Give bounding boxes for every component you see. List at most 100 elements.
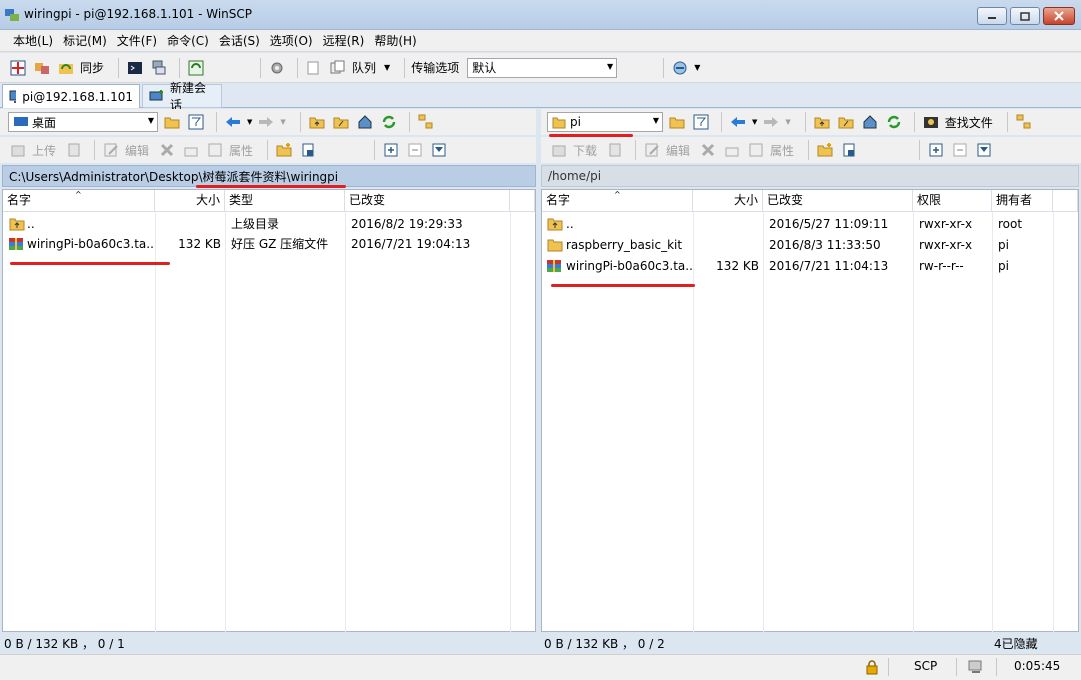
new-file-icon[interactable] — [839, 140, 859, 160]
filter-select-icon[interactable] — [974, 140, 994, 160]
menu-mark[interactable]: 标记(M) — [58, 31, 112, 51]
edit-icon[interactable] — [642, 140, 662, 160]
menu-commands[interactable]: 命令(C) — [162, 31, 214, 51]
tab-session[interactable]: pi@192.168.1.101 — [2, 84, 140, 108]
refresh-icon[interactable] — [379, 112, 399, 132]
preferences-icon[interactable] — [670, 58, 690, 78]
col-header-changed[interactable]: 已改变 — [763, 190, 913, 212]
delete-icon[interactable] — [698, 140, 718, 160]
filter-icon[interactable] — [186, 112, 206, 132]
console-icon[interactable] — [125, 58, 145, 78]
find-files-button[interactable]: 查找文件 — [945, 114, 993, 131]
statusbar-divider — [888, 658, 889, 676]
open-folder-icon[interactable] — [667, 112, 687, 132]
sync-browse-icon[interactable] — [32, 58, 52, 78]
gear-icon[interactable] — [267, 58, 287, 78]
left-path-bar[interactable]: C:\Users\Administrator\Desktop\树莓派套件资料\w… — [2, 165, 536, 187]
chevron-down-icon[interactable]: ▼ — [384, 63, 390, 72]
filter-select-icon[interactable] — [429, 140, 449, 160]
chevron-down-icon[interactable]: ▼ — [247, 118, 252, 126]
forward-icon[interactable] — [761, 112, 781, 132]
right-path-bar[interactable]: /home/pi — [541, 165, 1079, 187]
col-header-owner[interactable]: 拥有者 — [992, 190, 1053, 212]
delete-icon[interactable] — [157, 140, 177, 160]
parent-dir-icon[interactable] — [812, 112, 832, 132]
filter-icon[interactable] — [691, 112, 711, 132]
new-folder-icon[interactable] — [274, 140, 294, 160]
download-queue-icon[interactable] — [605, 140, 625, 160]
unselect-icon[interactable] — [405, 140, 425, 160]
queue-list-icon[interactable] — [304, 58, 324, 78]
queue-label[interactable]: 队列 — [352, 59, 376, 76]
putty-icon[interactable] — [149, 58, 169, 78]
tab-new-session[interactable]: 新建会话 — [142, 81, 222, 112]
minimize-button[interactable] — [977, 7, 1007, 25]
queue-icon[interactable] — [328, 58, 348, 78]
upload-button[interactable]: 上传 — [32, 142, 56, 159]
col-header-changed[interactable]: 已改变 — [345, 190, 510, 212]
right-file-toolbar: 下载 编辑 属性 — [541, 137, 1081, 163]
upload-icon[interactable] — [8, 140, 28, 160]
col-header-type[interactable]: 类型 — [225, 190, 345, 212]
root-dir-icon[interactable] — [836, 112, 856, 132]
root-dir-icon[interactable] — [331, 112, 351, 132]
back-icon[interactable] — [223, 112, 243, 132]
download-icon[interactable] — [549, 140, 569, 160]
menu-files[interactable]: 文件(F) — [112, 31, 162, 51]
close-button[interactable] — [1043, 7, 1075, 25]
right-dir-select[interactable]: pi ▼ — [547, 112, 663, 132]
home-icon[interactable] — [860, 112, 880, 132]
col-header-name[interactable]: 名字 ^ — [542, 190, 693, 212]
edit-button[interactable]: 编辑 — [666, 142, 690, 159]
compare-dirs-icon[interactable] — [8, 58, 28, 78]
left-drive-select[interactable]: 桌面 ▼ — [8, 112, 158, 132]
unselect-icon[interactable] — [950, 140, 970, 160]
col-header-name[interactable]: 名字 ^ — [3, 190, 155, 212]
forward-icon[interactable] — [256, 112, 276, 132]
refresh-remote-icon[interactable] — [186, 58, 206, 78]
properties-icon[interactable] — [746, 140, 766, 160]
chevron-down-icon[interactable]: ▼ — [694, 63, 700, 72]
menu-session[interactable]: 会话(S) — [214, 31, 265, 51]
col-header-size[interactable]: 大小 — [155, 190, 225, 212]
title-bar: wiringpi - pi@192.168.1.101 - WinSCP — [0, 0, 1081, 30]
col-header-size[interactable]: 大小 — [693, 190, 763, 212]
synchronize-icon[interactable] — [56, 58, 76, 78]
rename-icon[interactable] — [722, 140, 742, 160]
home-icon[interactable] — [355, 112, 375, 132]
select-all-icon[interactable] — [926, 140, 946, 160]
menu-options[interactable]: 选项(O) — [265, 31, 318, 51]
synchronize-label[interactable]: 同步 — [80, 59, 104, 76]
chevron-down-icon[interactable]: ▼ — [752, 118, 757, 126]
edit-button[interactable]: 编辑 — [125, 142, 149, 159]
upload-queue-icon[interactable] — [64, 140, 84, 160]
properties-button[interactable]: 属性 — [770, 142, 794, 159]
refresh-icon[interactable] — [884, 112, 904, 132]
folder-icon — [552, 117, 566, 129]
new-folder-icon[interactable] — [815, 140, 835, 160]
col-header-rights[interactable]: 权限 — [913, 190, 992, 212]
download-button[interactable]: 下载 — [573, 142, 597, 159]
chevron-down-icon[interactable]: ▼ — [280, 118, 285, 126]
edit-icon[interactable] — [101, 140, 121, 160]
tree-icon[interactable] — [1014, 112, 1034, 132]
parent-dir-icon[interactable] — [307, 112, 327, 132]
open-folder-icon[interactable] — [162, 112, 182, 132]
properties-icon[interactable] — [205, 140, 225, 160]
chevron-down-icon[interactable]: ▼ — [785, 118, 790, 126]
rename-icon[interactable] — [181, 140, 201, 160]
menu-remote[interactable]: 远程(R) — [318, 31, 370, 51]
menu-help[interactable]: 帮助(H) — [369, 31, 421, 51]
right-address-bar: pi ▼ ▼ ▼ 查找文件 — [541, 109, 1081, 135]
transfer-settings-select[interactable]: 默认 ▼ — [467, 57, 618, 78]
new-file-icon[interactable] — [298, 140, 318, 160]
left-file-list[interactable]: 名字 ^ 大小 类型 已改变 .. 上级目录 2016/8/2 19:29:33 … — [2, 189, 536, 632]
properties-button[interactable]: 属性 — [229, 142, 253, 159]
maximize-button[interactable] — [1010, 7, 1040, 25]
menu-local[interactable]: 本地(L) — [8, 31, 58, 51]
select-all-icon[interactable] — [381, 140, 401, 160]
back-icon[interactable] — [728, 112, 748, 132]
find-files-icon[interactable] — [921, 112, 941, 132]
right-file-list[interactable]: 名字 ^ 大小 已改变 权限 拥有者 .. 2016/5/27 11:09:11 … — [541, 189, 1079, 632]
tree-icon[interactable] — [416, 112, 436, 132]
